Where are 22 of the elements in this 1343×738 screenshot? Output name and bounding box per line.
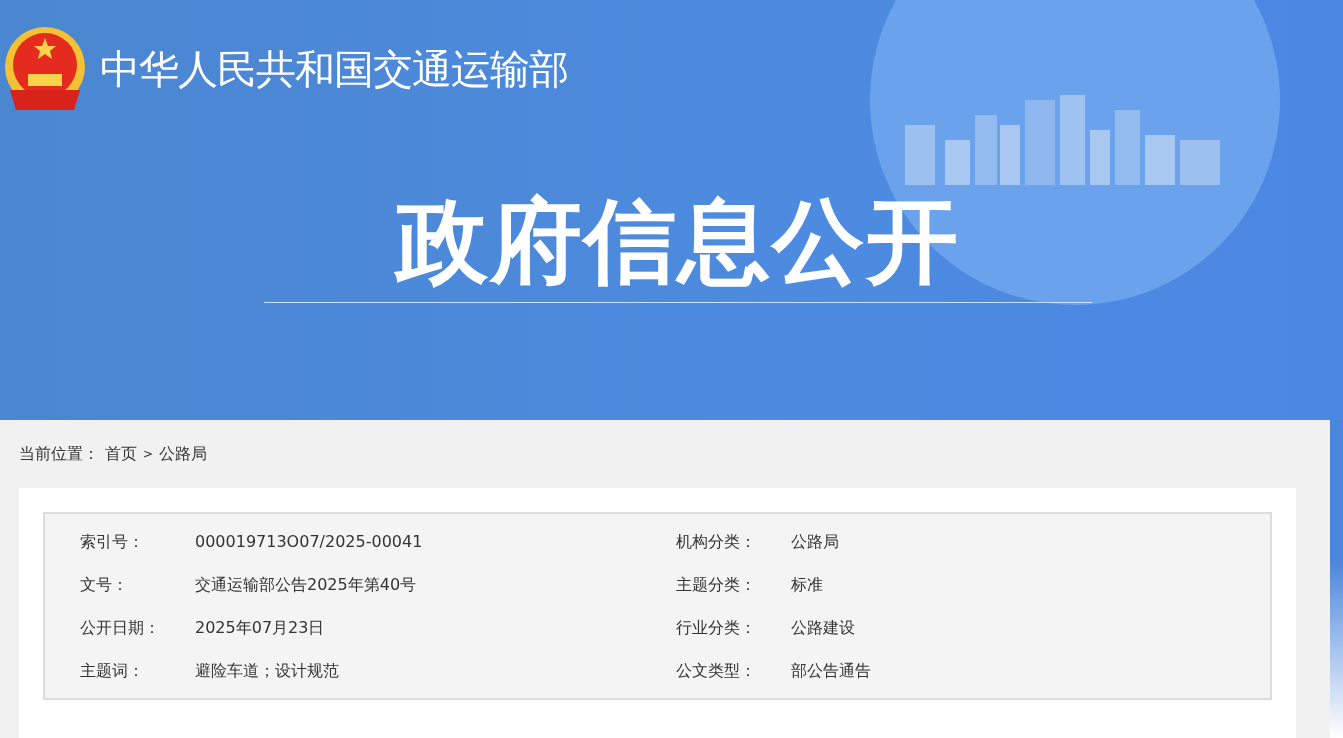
breadcrumb-separator: > [143, 446, 154, 463]
field-label: 文号： [79, 573, 129, 596]
field-value: 公路建设 [791, 616, 855, 639]
field-label: 行业分类： [675, 616, 757, 639]
field-label: 主题分类： [675, 573, 757, 596]
breadcrumb-link[interactable]: 首页 [105, 442, 137, 466]
site-title: 中华人民共和国交通运输部 [100, 49, 568, 89]
field-value: 交通运输部公告2025年第40号 [195, 573, 417, 596]
field-value: 部公告通告 [791, 659, 871, 682]
breadcrumb-label: 当前位置： [19, 443, 99, 465]
field-value: 2025年07月23日 [195, 616, 325, 639]
field-value: 000019713O07/2025-00041 [195, 530, 423, 553]
emblem-icon [4, 26, 86, 112]
field-label: 索引号： [79, 530, 145, 553]
field-label: 公文类型： [675, 659, 757, 682]
field-label: 主题词： [79, 659, 145, 682]
field-value: 公路局 [791, 530, 839, 553]
field-value: 标准 [791, 573, 823, 596]
breadcrumb-link[interactable]: 公路局 [159, 442, 208, 466]
field-label: 公开日期： [79, 616, 161, 639]
field-value: 避险车道；设计规范 [195, 659, 339, 682]
field-label: 机构分类： [675, 530, 757, 553]
